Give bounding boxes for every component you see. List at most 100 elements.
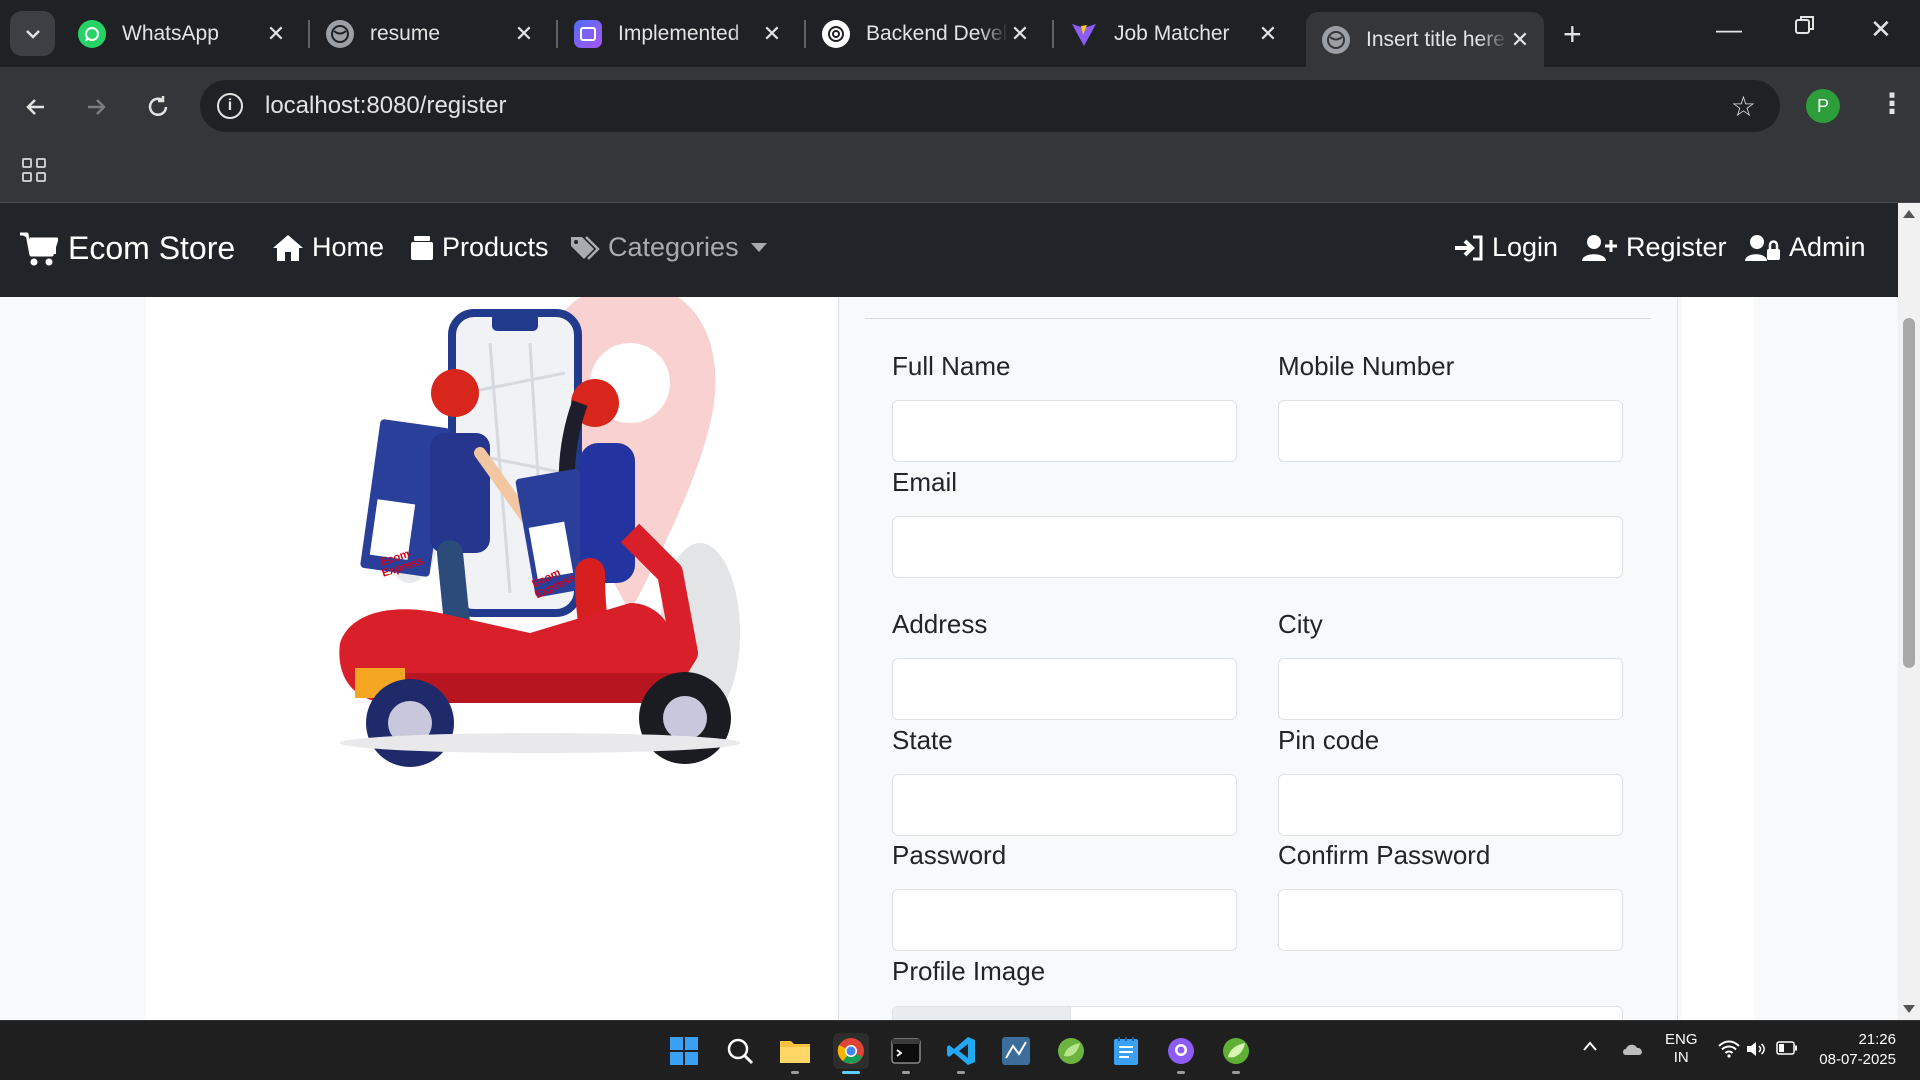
close-icon[interactable]: ✕: [760, 21, 784, 47]
chevron-up-icon[interactable]: [1582, 1039, 1598, 1056]
user-lock-icon: [1745, 234, 1780, 261]
nav-categories-label: Categories: [608, 232, 739, 262]
nav-login-label: Login: [1492, 232, 1559, 262]
search-icon[interactable]: [722, 1033, 758, 1069]
mysql-workbench-icon[interactable]: [998, 1033, 1034, 1069]
tab-title: WhatsApp: [122, 22, 219, 45]
minimize-button[interactable]: —: [1716, 14, 1742, 45]
confirm-password-label: Confirm Password: [1278, 840, 1491, 870]
globe-icon: [1322, 25, 1350, 54]
forward-button[interactable]: [76, 87, 116, 127]
clock[interactable]: 21:26 08-07-2025: [1818, 1030, 1896, 1070]
restore-button[interactable]: [1794, 12, 1816, 43]
address-bar[interactable]: i localhost:8080/register ☆: [200, 80, 1780, 132]
running-indicator: [1177, 1071, 1185, 1074]
close-icon[interactable]: ✕: [512, 21, 536, 47]
language-region: IN: [1673, 1049, 1689, 1066]
close-window-button[interactable]: ✕: [1870, 14, 1892, 45]
scroll-down-arrow-icon[interactable]: [1903, 1005, 1915, 1013]
pin-code-input[interactable]: [1278, 774, 1623, 836]
back-button[interactable]: [16, 87, 56, 127]
profile-avatar[interactable]: P: [1806, 89, 1840, 123]
sign-in-icon: [1455, 235, 1483, 260]
nav-home-label: Home: [312, 232, 385, 262]
nav-categories-dropdown[interactable]: Categories: [570, 232, 767, 263]
nav-products[interactable]: Products: [410, 232, 549, 263]
close-icon[interactable]: ✕: [1508, 27, 1532, 53]
scroll-up-arrow-icon[interactable]: [1903, 210, 1915, 218]
password-input[interactable]: [892, 889, 1237, 951]
chevron-down-icon: [25, 29, 40, 39]
tab-implemented[interactable]: Implemented ✕: [558, 12, 796, 56]
url-text[interactable]: localhost:8080/register: [265, 92, 506, 120]
tab-search-button[interactable]: [10, 11, 55, 56]
tab-title: Backend Devel: [866, 22, 1008, 45]
terminal-icon[interactable]: [888, 1033, 924, 1069]
tab-resume[interactable]: resume ✕: [310, 12, 548, 56]
site-info-icon[interactable]: i: [217, 93, 243, 119]
wifi-icon[interactable]: [1718, 1040, 1740, 1062]
browser-menu-icon[interactable]: ⋮: [1878, 87, 1906, 120]
whatsapp-icon: [78, 20, 106, 48]
tab-job-matcher[interactable]: Job Matcher ✕: [1054, 12, 1292, 56]
brand-name: Ecom Store: [68, 230, 236, 266]
full-name-input[interactable]: [892, 400, 1237, 462]
tab-whatsapp[interactable]: WhatsApp ✕: [62, 12, 300, 56]
reload-button[interactable]: [138, 87, 178, 127]
state-input[interactable]: [892, 774, 1237, 836]
tab-title: Implemented: [618, 22, 740, 45]
spring-tool-suite-icon[interactable]: [1053, 1033, 1089, 1069]
windows-start-icon[interactable]: [666, 1033, 702, 1069]
volume-icon[interactable]: [1746, 1040, 1766, 1062]
file-explorer-icon[interactable]: [777, 1033, 813, 1069]
globe-icon: [326, 20, 354, 48]
clock-date: 08-07-2025: [1819, 1051, 1896, 1068]
page-scrollbar[interactable]: [1898, 203, 1920, 1020]
nav-home[interactable]: Home: [272, 232, 384, 263]
openai-icon: [822, 20, 850, 48]
mobile-number-label: Mobile Number: [1278, 351, 1455, 381]
page-viewport: Ecom Express Ecom Express Full Name Mobi…: [0, 203, 1920, 1020]
caret-down-icon: [750, 243, 767, 252]
battery-icon[interactable]: [1776, 1041, 1798, 1059]
chrome-icon[interactable]: [833, 1033, 869, 1069]
close-icon[interactable]: ✕: [1008, 21, 1032, 47]
profile-image-file-input[interactable]: [892, 1006, 1623, 1020]
full-name-label: Full Name: [892, 351, 1011, 381]
notepad-icon[interactable]: [1108, 1033, 1144, 1069]
nav-login[interactable]: Login: [1454, 232, 1558, 263]
spring-boot-icon[interactable]: [1218, 1033, 1254, 1069]
tab-backend-devel[interactable]: Backend Devel ✕: [806, 12, 1044, 56]
close-icon[interactable]: ✕: [1256, 21, 1280, 47]
windows-taskbar: ENG IN 21:26 08-07-2025: [0, 1020, 1920, 1080]
brand-link[interactable]: Ecom Store: [20, 230, 235, 267]
form-divider: [865, 318, 1651, 319]
email-input[interactable]: [892, 516, 1623, 578]
nav-register[interactable]: Register: [1582, 232, 1727, 263]
onedrive-icon[interactable]: [1621, 1039, 1645, 1063]
close-icon[interactable]: ✕: [264, 21, 288, 47]
tab-insert-title[interactable]: Insert title here ✕: [1306, 12, 1544, 67]
user-plus-icon: [1582, 234, 1617, 261]
address-input[interactable]: [892, 658, 1237, 720]
apps-grid-icon[interactable]: [22, 158, 46, 182]
vite-icon: [1070, 20, 1098, 48]
language-indicator[interactable]: ENG IN: [1665, 1031, 1698, 1067]
vscode-icon[interactable]: [943, 1033, 979, 1069]
nav-admin[interactable]: Admin: [1745, 232, 1866, 263]
site-navbar: Ecom Store Home Products Categories Logi…: [0, 203, 1898, 297]
delivery-scooter-illustration: [339, 283, 740, 767]
tags-icon: [571, 235, 600, 260]
city-input[interactable]: [1278, 658, 1623, 720]
language-code: ENG: [1665, 1031, 1698, 1048]
arrow-left-icon: [26, 99, 44, 115]
new-tab-button[interactable]: +: [1563, 16, 1582, 53]
scrollbar-thumb[interactable]: [1903, 318, 1915, 668]
confirm-password-input[interactable]: [1278, 889, 1623, 951]
app-icon: [574, 20, 602, 48]
mobile-number-input[interactable]: [1278, 400, 1623, 462]
clock-time: 21:26: [1858, 1031, 1896, 1048]
choose-file-button[interactable]: [893, 1007, 1071, 1020]
bookmark-star-icon[interactable]: ☆: [1731, 90, 1756, 123]
github-desktop-icon[interactable]: [1163, 1033, 1199, 1069]
